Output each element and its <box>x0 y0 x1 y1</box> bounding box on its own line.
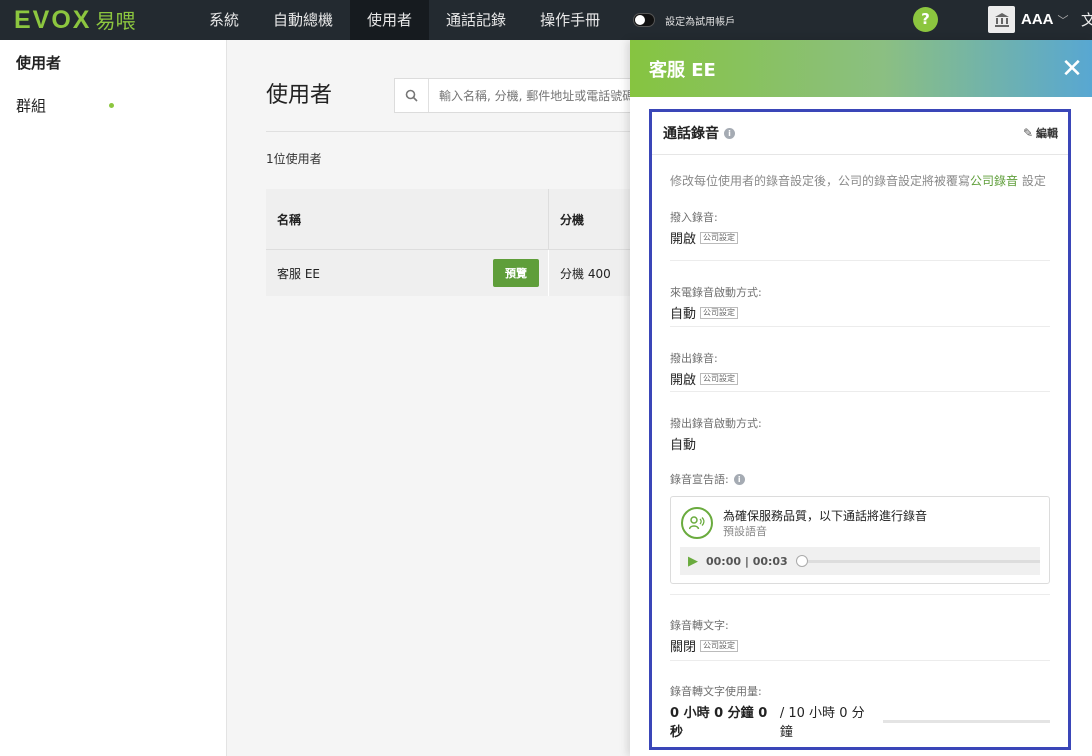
chevron-down-icon: ﹀ <box>1057 13 1069 27</box>
audio-progress-handle[interactable] <box>795 554 808 567</box>
nav-auto-attendant[interactable]: 自動總機 <box>256 0 350 40</box>
call-recording-panel: 通話錄音 i ✎ 編輯 修改每位使用者的錄音設定後，公司的錄音設定將被覆寫公司錄… <box>649 109 1071 750</box>
user-count: 1位使用者 <box>266 152 322 166</box>
drawer-header: 客服 EE ✕ <box>630 40 1092 97</box>
nav-users[interactable]: 使用者 <box>350 0 430 40</box>
table-header: 名稱 分機 <box>266 189 646 250</box>
field-value: 自動 公司設定 <box>670 303 1050 322</box>
company-setting-badge: 公司設定 <box>700 639 739 652</box>
announcement-label: 錄音宣告語: <box>670 473 729 486</box>
usage-total: / 10 小時 0 分鐘 <box>779 706 865 740</box>
edit-button[interactable]: ✎ 編輯 <box>1023 125 1058 141</box>
sidebar-item-groups[interactable]: 群組 <box>0 95 226 116</box>
user-detail-drawer: 客服 EE ✕ 通話錄音 i ✎ 編輯 修改每位使用者的錄音設定後，公司的錄音設… <box>630 40 1092 756</box>
drawer-title: 客服 EE <box>649 59 716 81</box>
usage-used: 0 小時 0 分鐘 0 秒 <box>670 706 768 740</box>
search-icon[interactable] <box>395 79 429 112</box>
language-switcher[interactable]: 文 <box>1081 9 1092 30</box>
sidebar-item-label: 群組 <box>16 97 47 115</box>
field-value: 開啟 公司設定 <box>670 369 1050 388</box>
field-announcement: 錄音宣告語: i <box>670 457 1050 487</box>
nav-call-logs[interactable]: 通話記錄 <box>429 0 523 40</box>
field-label: 撥出錄音: <box>670 352 718 365</box>
company-recording-link[interactable]: 公司錄音 <box>970 174 1018 188</box>
field-value-text: 自動 <box>670 438 697 453</box>
company-setting-badge: 公司設定 <box>700 231 739 244</box>
divider <box>266 131 646 132</box>
field-outbound-trigger: 撥出錄音啟動方式: 自動 <box>670 392 1050 457</box>
field-inbound-recording: 撥入錄音: 開啟 公司設定 <box>670 189 1050 261</box>
logo-text: EVOX <box>14 6 92 34</box>
field-label: 錄音轉文字使用量: <box>670 685 762 698</box>
top-navbar: EVOX 易喂 系統 自動總機 使用者 通話記錄 操作手冊 設定為試用帳戶 ? … <box>0 0 1092 40</box>
info-icon[interactable]: i <box>724 127 735 139</box>
sidebar: 使用者 群組 <box>0 40 227 756</box>
field-value-text: 開啟 <box>670 373 697 388</box>
info-icon[interactable]: i <box>733 473 745 485</box>
note-suffix: 設定 <box>1018 174 1046 188</box>
announcement-title: 為確保服務品質，以下通話將進行錄音 <box>723 509 928 523</box>
close-icon[interactable]: ✕ <box>1052 49 1092 89</box>
help-icon[interactable]: ? <box>913 7 938 32</box>
play-icon[interactable]: ▶ <box>688 554 698 569</box>
table-row[interactable]: 客服 EE 預覽 分機 400 <box>266 250 646 296</box>
override-note: 修改每位使用者的錄音設定後，公司的錄音設定將被覆寫公司錄音 設定 <box>652 155 1068 189</box>
field-transcription: 錄音轉文字: 關閉 公司設定 <box>670 595 1050 661</box>
field-value: 自動 <box>670 434 1050 453</box>
field-label: 錄音轉文字: <box>670 619 729 632</box>
field-label: 來電錄音啟動方式: <box>670 286 762 299</box>
sidebar-item-users[interactable]: 使用者 <box>0 52 226 73</box>
status-dot <box>109 103 114 108</box>
page-title: 使用者 <box>266 83 333 108</box>
account-name: AAA <box>1021 11 1054 28</box>
audio-time: 00:00 | 00:03 <box>706 554 788 568</box>
trial-account-toggle-group: 設定為試用帳戶 <box>633 13 735 28</box>
audio-player: ▶ 00:00 | 00:03 <box>680 547 1040 575</box>
usage-progress-bar <box>883 719 1050 723</box>
trial-account-label: 設定為試用帳戶 <box>665 16 736 28</box>
company-setting-badge: 公司設定 <box>700 372 739 385</box>
announcement-card: 為確保服務品質，以下通話將進行錄音 預設語音 ▶ 00:00 | 00:03 <box>670 496 1050 584</box>
field-outbound-recording: 撥出錄音: 開啟 公司設定 <box>670 327 1050 392</box>
audio-progress-track[interactable] <box>795 554 1040 567</box>
field-label: 撥出錄音啟動方式: <box>670 417 762 430</box>
field-value-text: 關閉 <box>670 640 697 655</box>
usage-value: 0 小時 0 分鐘 0 秒 / 10 小時 0 分鐘 <box>670 702 1050 740</box>
search-input[interactable] <box>429 80 649 111</box>
users-table: 名稱 分機 客服 EE 預覽 分機 400 <box>266 189 646 296</box>
edit-label: 編輯 <box>1036 127 1058 140</box>
column-header-extension[interactable]: 分機 <box>549 189 584 249</box>
cell-extension: 分機 400 <box>560 266 611 281</box>
trial-account-toggle[interactable] <box>633 13 656 27</box>
field-label: 撥入錄音: <box>670 211 718 224</box>
nav-manual[interactable]: 操作手冊 <box>523 0 617 40</box>
field-value: 關閉 公司設定 <box>670 636 1050 655</box>
panel-title: 通話錄音 i <box>663 123 735 143</box>
field-value: 開啟 公司設定 <box>670 228 1050 247</box>
logo[interactable]: EVOX 易喂 <box>0 5 192 35</box>
logo-subtext: 易喂 <box>95 9 136 33</box>
field-label: 錄音宣告語: i <box>670 471 1050 487</box>
field-value-text: 自動 <box>670 307 697 322</box>
note-text: 修改每位使用者的錄音設定後，公司的錄音設定將被覆寫 <box>670 174 971 188</box>
panel-header: 通話錄音 i ✎ 編輯 <box>652 112 1068 155</box>
pencil-icon: ✎ <box>1022 126 1033 140</box>
voice-icon <box>681 507 713 539</box>
nav-system[interactable]: 系統 <box>192 0 256 40</box>
field-value-text: 開啟 <box>670 232 697 247</box>
column-header-name[interactable]: 名稱 <box>266 189 549 249</box>
account-menu[interactable]: AAA ﹀ <box>988 6 1069 33</box>
user-name: 客服 EE <box>277 266 320 281</box>
search-bar <box>394 78 654 113</box>
field-inbound-trigger: 來電錄音啟動方式: 自動 公司設定 <box>670 261 1050 327</box>
panel-title-text: 通話錄音 <box>663 126 719 142</box>
company-icon <box>988 6 1015 33</box>
company-setting-badge: 公司設定 <box>700 306 739 319</box>
preview-button[interactable]: 預覽 <box>493 259 539 287</box>
announcement-subtitle: 預設語音 <box>723 525 767 538</box>
cell-name: 客服 EE 預覽 <box>266 250 549 296</box>
field-transcription-usage: 錄音轉文字使用量: 0 小時 0 分鐘 0 秒 / 10 小時 0 分鐘 <box>670 661 1050 740</box>
